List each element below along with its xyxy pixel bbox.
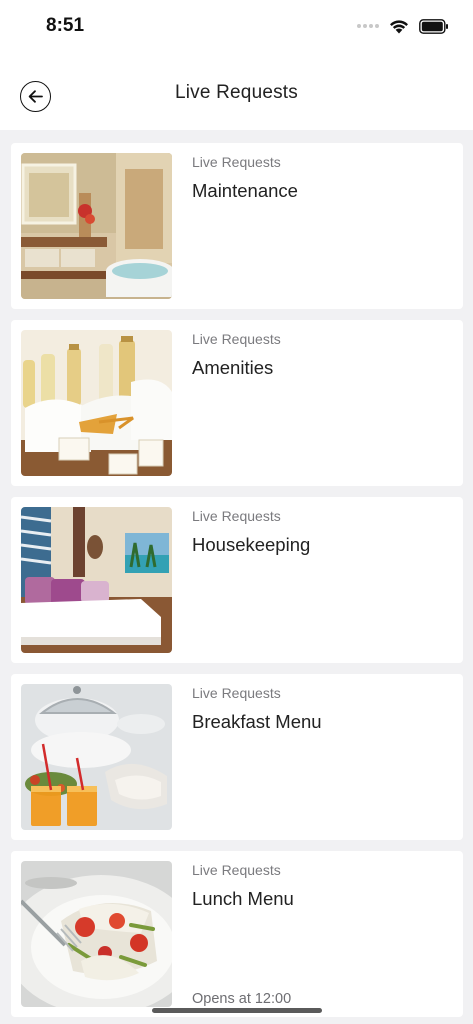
request-card-maintenance[interactable]: Live Requests Maintenance — [11, 143, 463, 309]
card-kicker: Live Requests — [192, 862, 281, 878]
request-card-breakfast-menu[interactable]: Live Requests Breakfast Menu — [11, 674, 463, 840]
page-title: Live Requests — [174, 82, 298, 103]
request-card-lunch-menu[interactable]: Live Requests Lunch Menu Opens at 12:00 — [11, 851, 463, 1017]
bathroom-photo — [21, 153, 172, 299]
salad-photo — [21, 861, 172, 1007]
toiletries-photo — [21, 330, 172, 476]
battery-icon — [419, 18, 448, 34]
request-card-amenities[interactable]: Live Requests Amenities — [11, 320, 463, 486]
status-icons — [357, 16, 449, 36]
card-title: Lunch Menu — [192, 888, 294, 909]
breakfast-photo — [21, 684, 172, 830]
card-kicker: Live Requests — [192, 508, 281, 524]
card-title: Maintenance — [192, 180, 298, 201]
card-kicker: Live Requests — [192, 154, 281, 170]
status-bar: 8:51 — [0, 0, 473, 58]
home-indicator[interactable] — [152, 1008, 322, 1013]
status-time: 8:51 — [46, 15, 85, 36]
card-title: Amenities — [192, 357, 274, 378]
card-title: Housekeeping — [192, 534, 311, 555]
signal-dots-icon — [357, 24, 379, 28]
request-card-housekeeping[interactable]: Live Requests Housekeeping — [11, 497, 463, 663]
header: Live Requests — [0, 58, 473, 130]
card-kicker: Live Requests — [192, 331, 281, 347]
card-title: Breakfast Menu — [192, 711, 322, 732]
card-kicker: Live Requests — [192, 685, 281, 701]
wifi-icon — [390, 19, 408, 33]
request-list: Live Requests Maintenance Live Requests … — [11, 143, 463, 1024]
bedroom-photo — [21, 507, 172, 653]
opening-time-note: Opens at 12:00 — [192, 991, 292, 1007]
